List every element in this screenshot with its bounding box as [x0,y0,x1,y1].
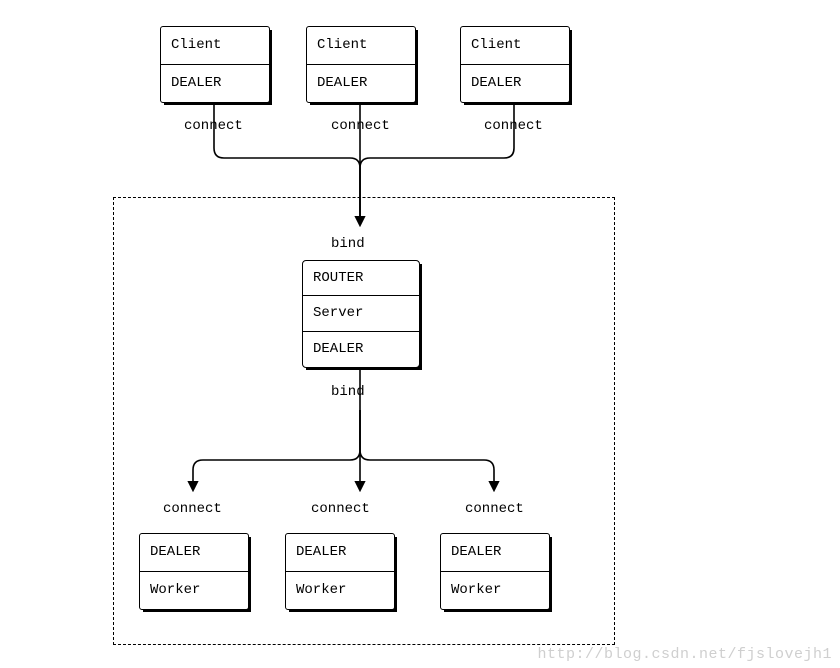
watermark: http://blog.csdn.net/fjslovejh1 [537,646,832,663]
server-router-label: ROUTER [313,270,363,286]
connect-label-worker-1: connect [163,501,222,517]
client-node-1: Client DEALER [160,26,270,103]
client-node-3: Client DEALER [460,26,570,103]
client-top-label: Client [171,37,221,53]
bind-top-label: bind [331,236,365,252]
server-label: Server [313,305,363,321]
connect-label-client-1: connect [184,118,243,134]
client-bottom-label: DEALER [317,75,367,91]
worker-bottom-label: Worker [150,582,200,598]
worker-top-label: DEALER [296,544,346,560]
connect-label-client-3: connect [484,118,543,134]
server-dealer-label: DEALER [313,341,363,357]
worker-top-label: DEALER [150,544,200,560]
worker-node-3: DEALER Worker [440,533,550,610]
connect-label-worker-2: connect [311,501,370,517]
worker-bottom-label: Worker [296,582,346,598]
worker-top-label: DEALER [451,544,501,560]
connect-label-worker-3: connect [465,501,524,517]
client-top-label: Client [317,37,367,53]
worker-bottom-label: Worker [451,582,501,598]
server-node: ROUTER Server DEALER [302,260,420,368]
worker-node-1: DEALER Worker [139,533,249,610]
client-top-label: Client [471,37,521,53]
worker-node-2: DEALER Worker [285,533,395,610]
bind-bottom-label: bind [331,384,365,400]
connect-label-client-2: connect [331,118,390,134]
client-bottom-label: DEALER [171,75,221,91]
client-bottom-label: DEALER [471,75,521,91]
client-node-2: Client DEALER [306,26,416,103]
